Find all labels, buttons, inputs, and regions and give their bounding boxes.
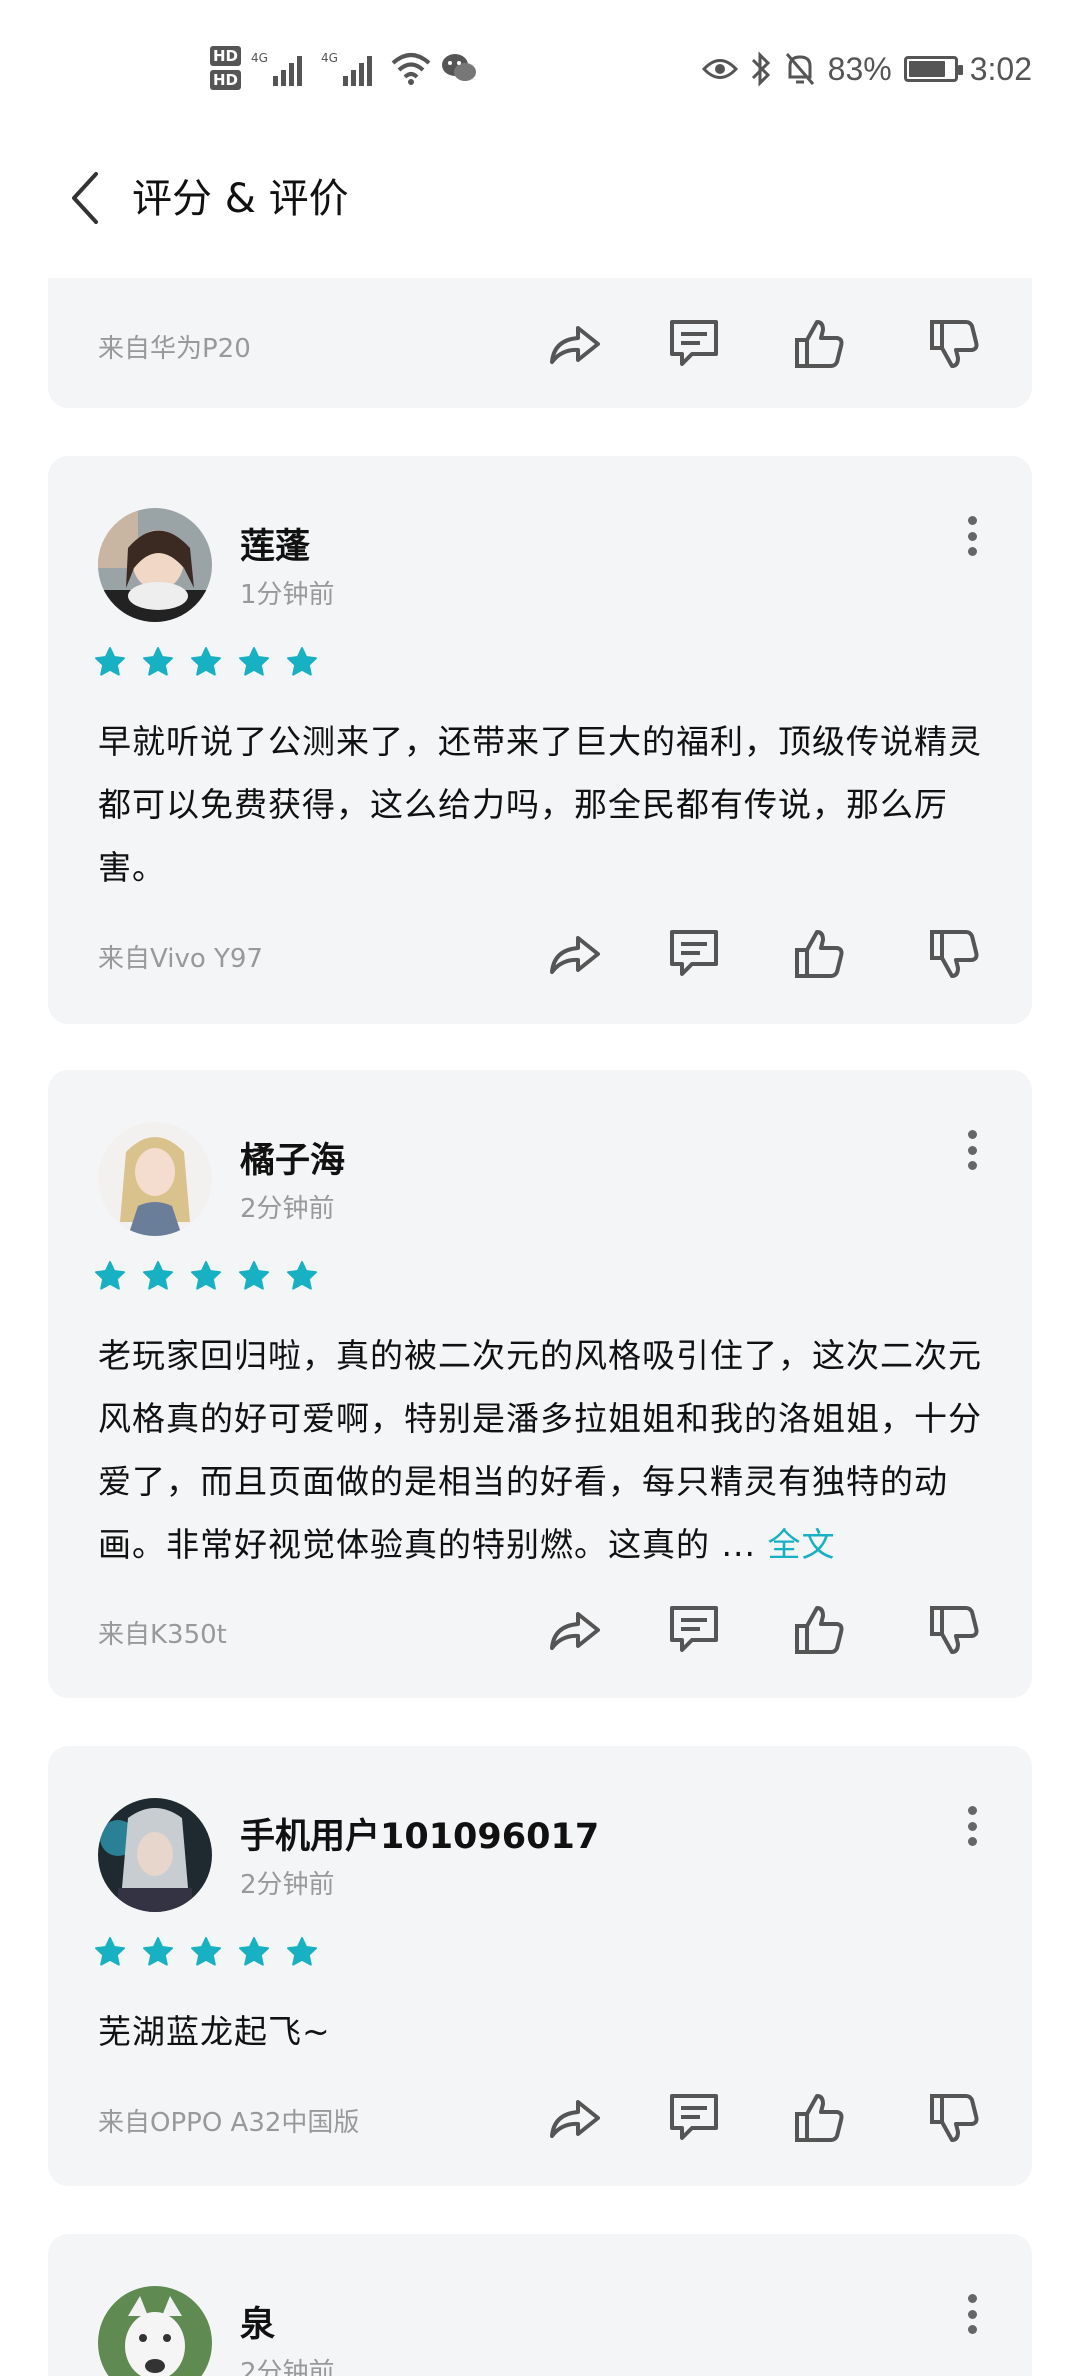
star-icon [287,647,317,676]
avatar[interactable] [98,2286,212,2376]
star-icon [95,647,125,676]
review-text: 早就听说了公测来了，还带来了巨大的福利，顶级传说精灵都可以免费获得，这么给力吗，… [98,722,982,887]
star-icon [191,647,221,676]
user-name[interactable]: 莲蓬 [240,518,310,569]
comment-icon[interactable] [664,314,724,374]
review-time: 2分钟前 [240,2358,335,2376]
thumbs-down-icon[interactable] [924,314,984,374]
full-text-link[interactable]: 全文 [767,1525,835,1564]
more-options-icon[interactable] [966,1130,978,1170]
star-icon [95,1261,125,1290]
more-options-icon[interactable] [966,516,978,556]
comment-icon[interactable] [664,1600,724,1660]
back-arrow-icon[interactable] [62,168,112,228]
share-icon[interactable] [544,1600,604,1660]
net1-label: 4G [251,51,268,65]
user-name[interactable]: 橘子海 [240,1132,345,1183]
review-card: 橘子海 2分钟前 老玩家回归啦，真的被二次元的风格吸引住了，这次二次元风格真的好… [48,1070,1032,1698]
device-label: 来自K350t [98,1620,227,1650]
thumbs-up-icon[interactable] [789,1600,849,1660]
status-right: 83% 3:02 [701,44,1032,94]
review-time: 1分钟前 [240,580,335,610]
wifi-icon [391,53,431,85]
device-label: 来自Vivo Y97 [98,944,263,974]
star-icon [143,1261,173,1290]
hd2-badge: HD [210,70,242,90]
thumbs-up-icon[interactable] [789,2088,849,2148]
star-icon [239,1261,269,1290]
avatar[interactable] [98,508,212,622]
more-options-icon[interactable] [966,2294,978,2334]
more-options-icon[interactable] [966,1806,978,1846]
avatar[interactable] [98,1798,212,1912]
review-actions [544,924,984,984]
review-card: 手机用户101096017 2分钟前 芜湖蓝龙起飞~ 来自OPPO A32中国版 [48,1746,1032,2186]
review-time: 2分钟前 [240,1194,335,1224]
review-text-body: 老玩家回归啦，真的被二次元的风格吸引住了，这次二次元风格真的好可爱啊，特别是潘多… [98,1336,982,1564]
star-rating [94,646,318,678]
thumbs-up-icon[interactable] [789,924,849,984]
status-left: HD HD 4G 4G [210,38,477,98]
review-card: 来自华为P20 [48,278,1032,408]
review-actions [544,314,984,374]
device-label: 来自OPPO A32中国版 [98,2108,360,2138]
review-text: 芜湖蓝龙起飞~ [98,2012,331,2051]
star-rating [94,1260,318,1292]
wechat-icon [442,54,477,81]
review-card: 莲蓬 1分钟前 早就听说了公测来了，还带来了巨大的福利，顶级传说精灵都可以免费获… [48,456,1032,1024]
thumbs-down-icon[interactable] [924,1600,984,1660]
net2-label: 4G [321,51,338,65]
avatar[interactable] [98,1122,212,1236]
share-icon[interactable] [544,314,604,374]
comment-icon[interactable] [664,2088,724,2148]
star-rating [94,1936,318,1968]
share-icon[interactable] [544,2088,604,2148]
battery-fill [908,61,946,77]
thumbs-down-icon[interactable] [924,924,984,984]
star-icon [191,1261,221,1290]
signal-icon: 4G [251,51,303,86]
share-icon[interactable] [544,924,604,984]
status-bar: HD HD 4G 4G 83% 3:02 [0,0,1080,140]
review-actions [544,2088,984,2148]
battery-percent: 83% [827,50,892,87]
hd1-badge: HD [210,46,242,66]
star-icon [287,1937,317,1966]
comment-icon[interactable] [664,924,724,984]
clock: 3:02 [969,50,1032,87]
review-card: 泉 2分钟前 [48,2234,1032,2376]
star-icon [239,647,269,676]
star-icon [287,1261,317,1290]
user-name[interactable]: 泉 [240,2296,275,2347]
thumbs-down-icon[interactable] [924,2088,984,2148]
mute-bell-icon [785,53,814,85]
page-title: 评分 & 评价 [132,176,349,222]
hd-indicators: HD HD [210,46,242,90]
star-icon [95,1937,125,1966]
eye-comfort-icon [701,59,738,79]
signal2-icon: 4G [321,51,373,86]
review-actions [544,1600,984,1660]
star-icon [191,1937,221,1966]
star-icon [143,647,173,676]
star-icon [239,1937,269,1966]
device-label: 来自华为P20 [98,334,251,364]
bluetooth-icon [751,51,770,87]
user-name[interactable]: 手机用户101096017 [240,1808,599,1859]
review-time: 2分钟前 [240,1870,335,1900]
star-icon [143,1937,173,1966]
review-text: 老玩家回归啦，真的被二次元的风格吸引住了，这次二次元风格真的好可爱啊，特别是潘多… [98,1324,988,1576]
thumbs-up-icon[interactable] [789,314,849,374]
battery-icon [903,56,963,82]
